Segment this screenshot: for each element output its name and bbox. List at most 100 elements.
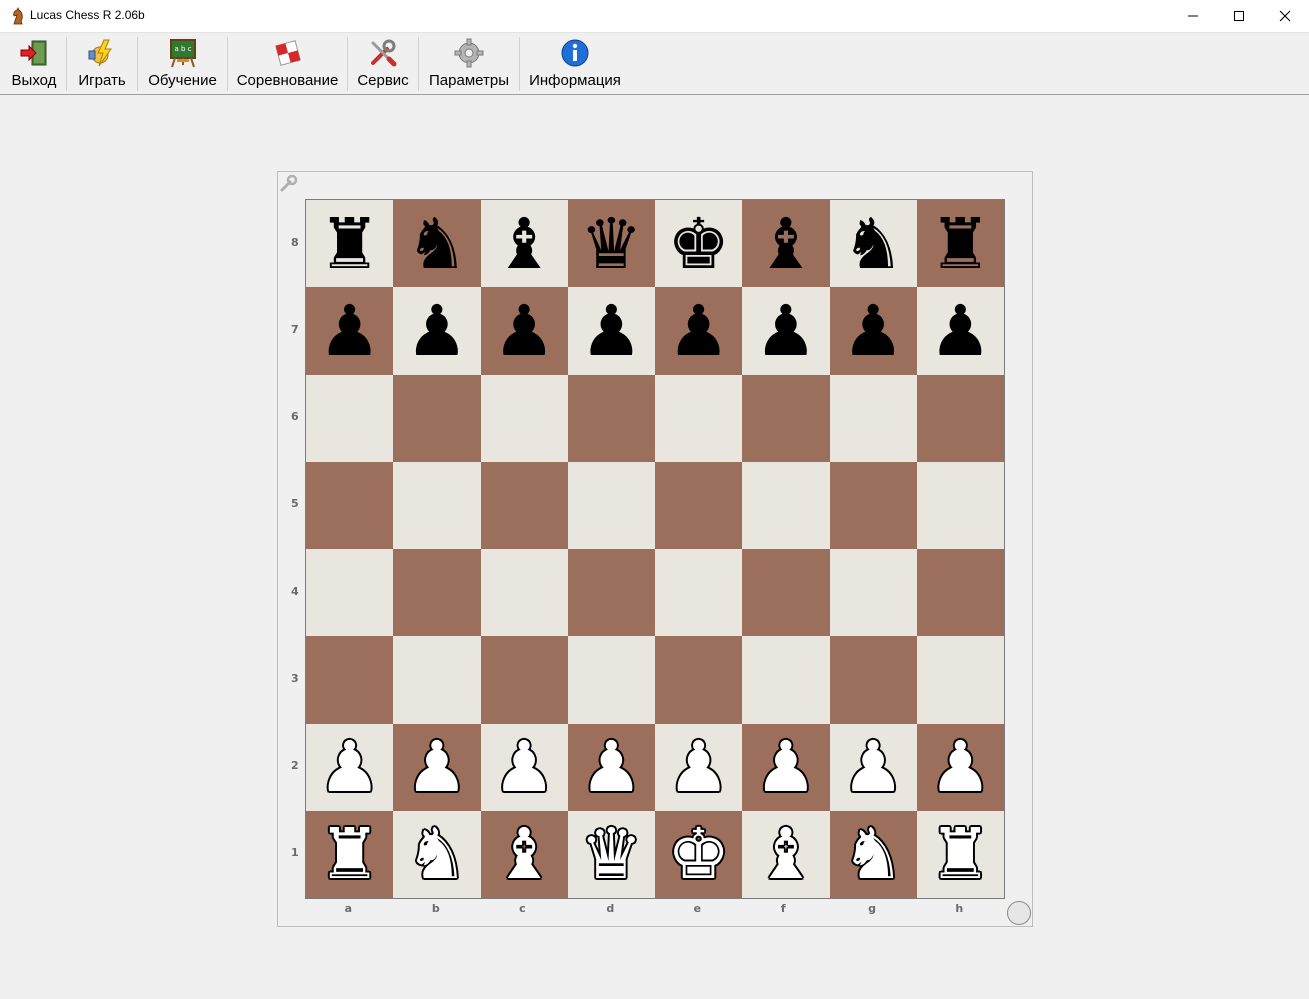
black-pawn-piece[interactable]: ♟: [306, 287, 393, 374]
square-e6[interactable]: [655, 374, 743, 462]
square-b5[interactable]: [393, 461, 481, 549]
square-d5[interactable]: [567, 461, 655, 549]
square-f7[interactable]: ♟: [742, 287, 830, 375]
competition-button[interactable]: Соревнование: [234, 33, 341, 94]
square-c2[interactable]: ♟: [480, 723, 568, 811]
square-f8[interactable]: ♝: [742, 200, 830, 288]
square-g3[interactable]: [829, 636, 917, 724]
black-pawn-piece[interactable]: ♟: [655, 287, 742, 374]
black-rook-piece[interactable]: ♜: [917, 200, 1004, 287]
play-button[interactable]: Играть: [73, 33, 131, 94]
square-f5[interactable]: [742, 461, 830, 549]
square-a4[interactable]: [306, 549, 394, 637]
square-e2[interactable]: ♟: [655, 723, 743, 811]
square-c4[interactable]: [480, 549, 568, 637]
square-e8[interactable]: ♚: [655, 200, 743, 288]
square-h2[interactable]: ♟: [916, 723, 1004, 811]
white-rook-piece[interactable]: ♜: [917, 811, 1004, 898]
black-knight-piece[interactable]: ♞: [393, 200, 480, 287]
white-pawn-piece[interactable]: ♟: [393, 724, 480, 811]
square-g7[interactable]: ♟: [829, 287, 917, 375]
close-button[interactable]: [1262, 0, 1308, 32]
black-pawn-piece[interactable]: ♟: [742, 287, 829, 374]
square-a2[interactable]: ♟: [306, 723, 394, 811]
square-f6[interactable]: [742, 374, 830, 462]
black-pawn-piece[interactable]: ♟: [393, 287, 480, 374]
white-pawn-piece[interactable]: ♟: [917, 724, 1004, 811]
white-pawn-piece[interactable]: ♟: [481, 724, 568, 811]
white-pawn-piece[interactable]: ♟: [830, 724, 917, 811]
white-bishop-piece[interactable]: ♝: [481, 811, 568, 898]
square-f2[interactable]: ♟: [742, 723, 830, 811]
square-d2[interactable]: ♟: [567, 723, 655, 811]
square-a7[interactable]: ♟: [306, 287, 394, 375]
black-pawn-piece[interactable]: ♟: [830, 287, 917, 374]
black-knight-piece[interactable]: ♞: [830, 200, 917, 287]
square-d8[interactable]: ♛: [567, 200, 655, 288]
square-d4[interactable]: [567, 549, 655, 637]
square-b4[interactable]: [393, 549, 481, 637]
square-a6[interactable]: [306, 374, 394, 462]
square-a5[interactable]: [306, 461, 394, 549]
service-button[interactable]: Сервис: [353, 33, 413, 94]
black-bishop-piece[interactable]: ♝: [742, 200, 829, 287]
black-queen-piece[interactable]: ♛: [568, 200, 655, 287]
square-e7[interactable]: ♟: [655, 287, 743, 375]
square-g6[interactable]: [829, 374, 917, 462]
board-config-wrench-icon[interactable]: [279, 173, 299, 193]
exit-button[interactable]: Выход: [8, 33, 60, 94]
square-f3[interactable]: [742, 636, 830, 724]
white-pawn-piece[interactable]: ♟: [306, 724, 393, 811]
square-b8[interactable]: ♞: [393, 200, 481, 288]
black-king-piece[interactable]: ♚: [655, 200, 742, 287]
square-b2[interactable]: ♟: [393, 723, 481, 811]
white-bishop-piece[interactable]: ♝: [742, 811, 829, 898]
square-e3[interactable]: [655, 636, 743, 724]
parameters-button[interactable]: Параметры: [425, 33, 513, 94]
square-b7[interactable]: ♟: [393, 287, 481, 375]
square-f1[interactable]: ♝: [742, 810, 830, 898]
square-d3[interactable]: [567, 636, 655, 724]
black-pawn-piece[interactable]: ♟: [481, 287, 568, 374]
white-rook-piece[interactable]: ♜: [306, 811, 393, 898]
square-h5[interactable]: [916, 461, 1004, 549]
information-button[interactable]: Информация: [526, 33, 624, 94]
square-g4[interactable]: [829, 549, 917, 637]
square-g8[interactable]: ♞: [829, 200, 917, 288]
square-d7[interactable]: ♟: [567, 287, 655, 375]
square-g5[interactable]: [829, 461, 917, 549]
square-h8[interactable]: ♜: [916, 200, 1004, 288]
square-h4[interactable]: [916, 549, 1004, 637]
white-queen-piece[interactable]: ♛: [568, 811, 655, 898]
chess-board[interactable]: ♜ ♞ ♝ ♛ ♚ ♝ ♞ ♜ ♟ ♟ ♟ ♟ ♟ ♟ ♟ ♟ ♟ ♟ ♟ ♟ ♟ ♟ ♟ ♟ ♜ ♞ ♝ ♛ ♚ ♝ ♞ ♜: [305, 199, 1005, 899]
square-e1[interactable]: ♚: [655, 810, 743, 898]
square-h6[interactable]: [916, 374, 1004, 462]
square-f4[interactable]: [742, 549, 830, 637]
square-c7[interactable]: ♟: [480, 287, 568, 375]
square-b1[interactable]: ♞: [393, 810, 481, 898]
square-h3[interactable]: [916, 636, 1004, 724]
square-c6[interactable]: [480, 374, 568, 462]
white-king-piece[interactable]: ♚: [655, 811, 742, 898]
square-h7[interactable]: ♟: [916, 287, 1004, 375]
square-e5[interactable]: [655, 461, 743, 549]
square-e4[interactable]: [655, 549, 743, 637]
square-c8[interactable]: ♝: [480, 200, 568, 288]
black-pawn-piece[interactable]: ♟: [568, 287, 655, 374]
black-rook-piece[interactable]: ♜: [306, 200, 393, 287]
white-pawn-piece[interactable]: ♟: [568, 724, 655, 811]
white-knight-piece[interactable]: ♞: [830, 811, 917, 898]
square-b6[interactable]: [393, 374, 481, 462]
white-knight-piece[interactable]: ♞: [393, 811, 480, 898]
square-b3[interactable]: [393, 636, 481, 724]
square-g2[interactable]: ♟: [829, 723, 917, 811]
black-bishop-piece[interactable]: ♝: [481, 200, 568, 287]
square-a8[interactable]: ♜: [306, 200, 394, 288]
square-d1[interactable]: ♛: [567, 810, 655, 898]
square-c5[interactable]: [480, 461, 568, 549]
square-a3[interactable]: [306, 636, 394, 724]
square-c1[interactable]: ♝: [480, 810, 568, 898]
minimize-button[interactable]: [1170, 0, 1216, 32]
square-h1[interactable]: ♜: [916, 810, 1004, 898]
square-c3[interactable]: [480, 636, 568, 724]
